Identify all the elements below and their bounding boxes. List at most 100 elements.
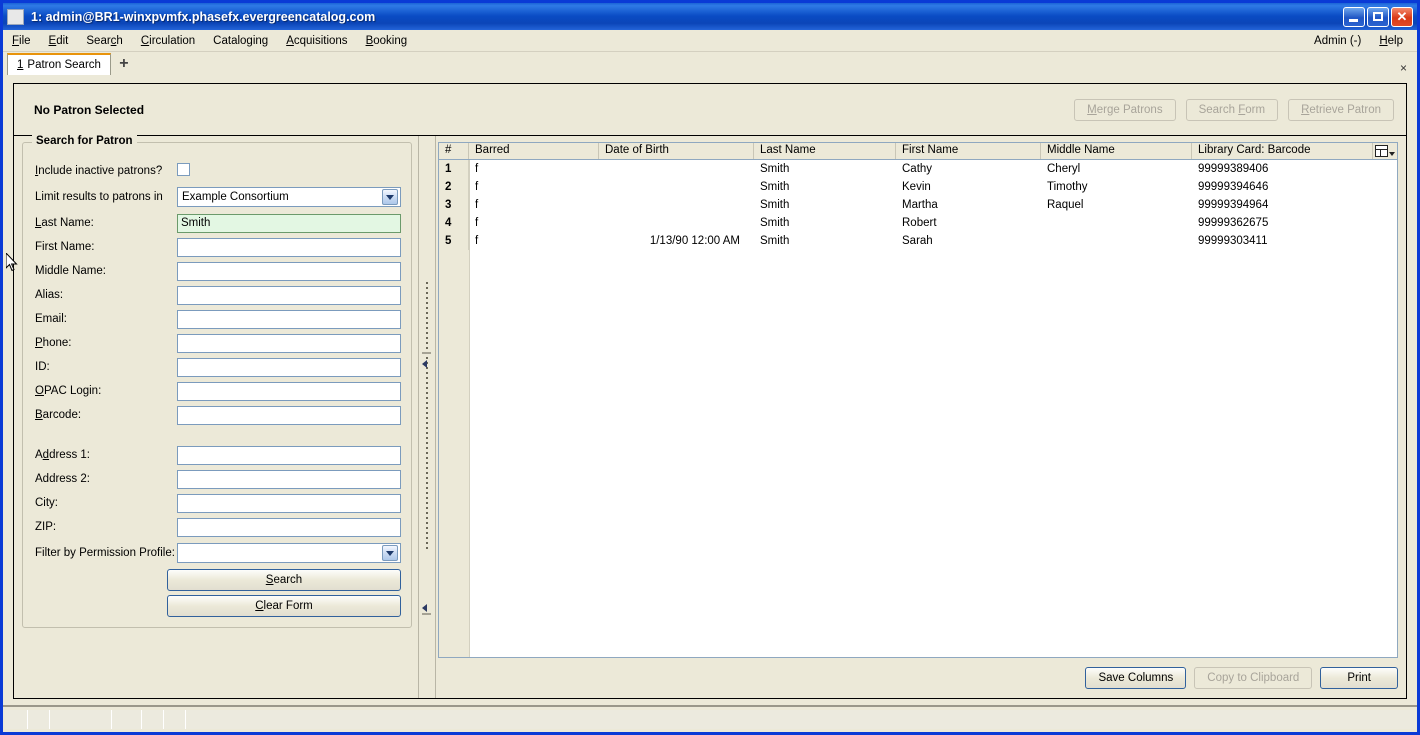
new-tab-button[interactable]: +	[113, 53, 135, 75]
cell-index: 3	[439, 196, 469, 214]
close-button[interactable]	[1391, 6, 1413, 27]
results-grid: # Barred Date of Birth Last Name First N…	[438, 142, 1398, 658]
merge-patrons-button[interactable]: Merge Patrons	[1074, 98, 1176, 121]
col-header-index[interactable]: #	[439, 143, 469, 159]
splitter-collapse-left-icon-2[interactable]	[422, 602, 431, 615]
table-row[interactable]: 3 f Smith Martha Raquel 99999394964	[439, 196, 1397, 214]
alias-input[interactable]	[177, 285, 401, 305]
column-picker-icon	[1375, 145, 1388, 157]
cell-barred: f	[475, 163, 479, 175]
status-cell-3	[50, 710, 112, 729]
menu-circulation[interactable]: Circulation	[132, 32, 204, 50]
cell-barred: f	[475, 217, 479, 229]
col-header-date-of-birth[interactable]: Date of Birth	[599, 143, 754, 159]
cell-index: 5	[439, 232, 469, 250]
cell-index: 4	[439, 214, 469, 232]
first-name-input[interactable]	[177, 237, 401, 257]
table-row[interactable]: 1 f Smith Cathy Cheryl 99999389406	[439, 160, 1397, 178]
menu-admin[interactable]: Admin (-)	[1305, 32, 1370, 50]
row-alias: Alias:	[29, 283, 405, 307]
status-cell-1	[5, 710, 28, 729]
retrieve-patron-button[interactable]: Retrieve Patron	[1288, 98, 1394, 121]
chevron-down-icon-2[interactable]	[382, 545, 398, 561]
zip-input[interactable]	[177, 517, 401, 537]
print-button[interactable]: Print	[1320, 667, 1398, 689]
id-input[interactable]	[177, 357, 401, 377]
first-name-label: First Name:	[35, 241, 95, 253]
tab-patron-search[interactable]: 1 Patron Search	[7, 53, 111, 75]
cell-last-name: Smith	[760, 163, 790, 175]
include-inactive-label: Include inactive patrons?	[35, 165, 163, 177]
menu-cataloging[interactable]: Cataloging	[204, 32, 277, 50]
search-button-row: Search	[29, 567, 405, 591]
menu-acquisitions[interactable]: Acquisitions	[277, 32, 356, 50]
address-2-input[interactable]	[177, 469, 401, 489]
cell-last-name: Smith	[760, 235, 790, 247]
col-header-middle-name[interactable]: Middle Name	[1041, 143, 1192, 159]
middle-name-input[interactable]	[177, 261, 401, 281]
search-pane: Search for Patron Include inactive patro…	[14, 135, 418, 698]
window-title: 1: admin@BR1-winxpvmfx.phasefx.evergreen…	[31, 9, 376, 24]
city-input[interactable]	[177, 493, 401, 513]
permission-profile-field	[177, 543, 405, 563]
pane-splitter[interactable]	[418, 136, 436, 698]
last-name-field	[177, 213, 405, 233]
email-input[interactable]	[177, 309, 401, 329]
copy-to-clipboard-button[interactable]: Copy to Clipboard	[1194, 667, 1313, 689]
patron-header-bar: No Patron Selected Merge Patrons Search …	[14, 84, 1406, 136]
menu-edit[interactable]: Edit	[40, 32, 78, 50]
content-area: No Patron Selected Merge Patrons Search …	[3, 75, 1417, 705]
menu-booking[interactable]: Booking	[357, 32, 417, 50]
table-row[interactable]: 4 f Smith Robert 99999362675	[439, 214, 1397, 232]
row-address-1: Address 1:	[29, 443, 405, 467]
address-1-input[interactable]	[177, 445, 401, 465]
cell-library-card: 99999303411	[1198, 235, 1268, 247]
limit-results-select[interactable]: Example Consortium	[177, 187, 401, 207]
content-frame: No Patron Selected Merge Patrons Search …	[13, 83, 1407, 699]
row-city: City:	[29, 491, 405, 515]
table-row[interactable]: 5 f 1/13/90 12:00 AM Smith Sarah 9999930…	[439, 232, 1397, 250]
col-header-library-card-barcode[interactable]: Library Card: Barcode	[1192, 143, 1373, 159]
close-tab-icon[interactable]: ×	[1400, 61, 1417, 75]
barcode-label: Barcode:	[35, 409, 82, 421]
chevron-down-icon[interactable]	[382, 189, 398, 205]
column-picker-button[interactable]	[1373, 143, 1397, 159]
include-inactive-field	[177, 163, 405, 179]
search-group-legend: Search for Patron	[32, 135, 137, 147]
include-inactive-checkbox[interactable]	[177, 163, 190, 176]
maximize-button[interactable]	[1367, 6, 1389, 27]
status-cell-2	[28, 710, 50, 729]
search-form-button[interactable]: Search Form	[1185, 98, 1279, 121]
phone-input[interactable]	[177, 333, 401, 353]
tab-number: 1	[17, 59, 24, 71]
menu-search[interactable]: Search	[77, 32, 131, 50]
clear-form-button[interactable]: Clear Form	[167, 595, 401, 617]
row-barcode: Barcode:	[29, 403, 405, 427]
results-grid-header: # Barred Date of Birth Last Name First N…	[439, 143, 1397, 160]
last-name-input[interactable]	[177, 213, 401, 233]
table-row[interactable]: 2 f Smith Kevin Timothy 99999394646	[439, 178, 1397, 196]
tab-label: Patron Search	[27, 59, 101, 71]
splitter-collapse-left-icon[interactable]	[422, 352, 431, 368]
permission-profile-select[interactable]	[177, 543, 401, 563]
search-button[interactable]: Search	[167, 569, 401, 591]
opac-login-field	[177, 381, 405, 401]
cell-library-card: 99999394964	[1198, 199, 1269, 211]
cell-middle-name: Raquel	[1047, 199, 1084, 211]
minimize-button[interactable]	[1343, 6, 1365, 27]
menu-file[interactable]: File	[3, 32, 40, 50]
barcode-input[interactable]	[177, 405, 401, 425]
opac-login-input[interactable]	[177, 381, 401, 401]
results-footer: Save Columns Copy to Clipboard Print	[438, 658, 1398, 692]
row-last-name: Last Name:	[29, 211, 405, 235]
col-header-last-name[interactable]: Last Name	[754, 143, 896, 159]
cell-library-card: 99999362675	[1198, 217, 1269, 229]
page-title: No Patron Selected	[34, 102, 145, 117]
menu-help[interactable]: Help	[1370, 32, 1417, 50]
limit-results-field: Example Consortium	[177, 187, 405, 207]
col-header-barred[interactable]: Barred	[469, 143, 599, 159]
cell-middle-name: Timothy	[1047, 181, 1088, 193]
row-first-name: First Name:	[29, 235, 405, 259]
col-header-first-name[interactable]: First Name	[896, 143, 1041, 159]
save-columns-button[interactable]: Save Columns	[1085, 667, 1187, 689]
